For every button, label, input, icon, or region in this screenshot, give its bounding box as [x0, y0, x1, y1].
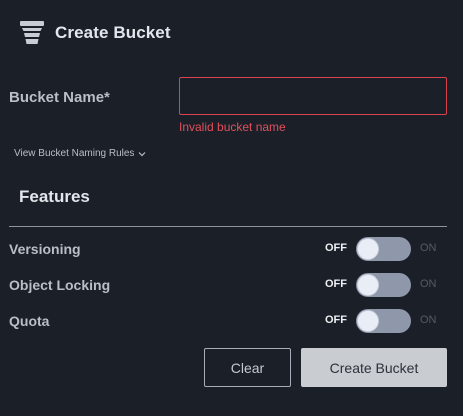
quota-toggle-knob: [357, 310, 379, 332]
feature-row-object-locking: Object Locking OFF ON: [9, 271, 447, 299]
versioning-toggle-knob: [357, 238, 379, 260]
features-heading: Features: [19, 187, 90, 206]
versioning-label: Versioning: [9, 241, 81, 257]
versioning-on-label: ON: [420, 242, 437, 254]
object-locking-label: Object Locking: [9, 277, 111, 293]
bucket-icon: [19, 20, 45, 46]
chevron-down-icon: [138, 150, 146, 158]
quota-off-label: OFF: [325, 314, 347, 326]
create-bucket-button[interactable]: Create Bucket: [301, 348, 447, 387]
versioning-off-label: OFF: [325, 242, 347, 254]
object-locking-toggle[interactable]: [356, 273, 411, 297]
object-locking-on-label: ON: [420, 278, 437, 290]
object-locking-off-label: OFF: [325, 278, 347, 290]
naming-rules-label: View Bucket Naming Rules: [14, 148, 135, 159]
bucket-name-input[interactable]: [179, 77, 447, 115]
bucket-name-label: Bucket Name*: [9, 89, 110, 106]
page-title: Create Bucket: [55, 23, 171, 42]
feature-row-quota: Quota OFF ON: [9, 307, 447, 335]
versioning-toggle[interactable]: [356, 237, 411, 261]
clear-button[interactable]: Clear: [204, 348, 291, 387]
view-naming-rules-link[interactable]: View Bucket Naming Rules: [14, 148, 146, 159]
object-locking-toggle-knob: [357, 274, 379, 296]
feature-row-versioning: Versioning OFF ON: [9, 235, 447, 263]
bucket-name-error: Invalid bucket name: [179, 120, 286, 134]
quota-on-label: ON: [420, 314, 437, 326]
quota-label: Quota: [9, 313, 50, 329]
create-bucket-panel: Create Bucket Bucket Name* Invalid bucke…: [0, 0, 463, 416]
panel-header: Create Bucket: [19, 19, 171, 47]
features-divider: [9, 226, 447, 227]
quota-toggle[interactable]: [356, 309, 411, 333]
